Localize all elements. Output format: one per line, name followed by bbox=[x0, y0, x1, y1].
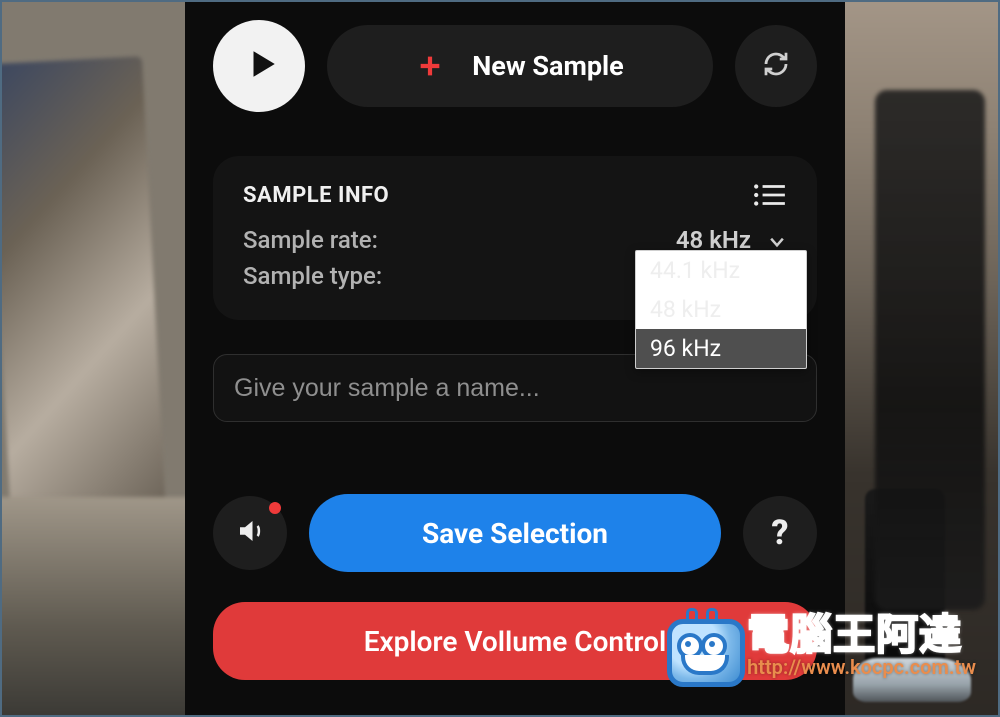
play-icon bbox=[239, 47, 279, 85]
plus-icon bbox=[416, 52, 444, 80]
new-sample-button[interactable]: New Sample bbox=[327, 25, 713, 107]
chevron-down-icon bbox=[767, 230, 787, 250]
sample-rate-option[interactable]: 48 kHz bbox=[636, 290, 806, 329]
action-row: Save Selection ? bbox=[213, 494, 817, 572]
save-selection-button[interactable]: Save Selection bbox=[309, 494, 721, 572]
explore-label: Explore Vollume Control bbox=[364, 625, 667, 658]
sample-info-card: SAMPLE INFO Sample rate: 48 kHz bbox=[213, 156, 817, 320]
recording-indicator-dot bbox=[269, 502, 281, 514]
sample-rate-option[interactable]: 96 kHz bbox=[636, 329, 806, 368]
sample-info-title: SAMPLE INFO bbox=[243, 183, 389, 208]
sample-name-input[interactable] bbox=[232, 373, 798, 404]
help-button[interactable]: ? bbox=[743, 496, 817, 570]
help-icon: ? bbox=[771, 513, 788, 553]
list-icon bbox=[753, 193, 787, 212]
sample-rate-label: Sample rate: bbox=[243, 226, 378, 254]
save-selection-label: Save Selection bbox=[422, 517, 608, 550]
sample-type-label: Sample type: bbox=[243, 262, 382, 290]
new-sample-label: New Sample bbox=[472, 50, 624, 82]
sample-rate-option[interactable]: 44.1 kHz bbox=[636, 251, 806, 290]
refresh-button[interactable] bbox=[735, 25, 817, 107]
play-button[interactable] bbox=[213, 20, 305, 112]
top-controls: New Sample bbox=[213, 20, 817, 112]
app-panel: New Sample SAMPLE INFO bbox=[185, 0, 845, 717]
explore-volume-control-button[interactable]: Explore Vollume Control bbox=[213, 602, 817, 680]
sample-rate-dropdown: 44.1 kHz 48 kHz 96 kHz bbox=[635, 250, 807, 369]
volume-toggle-button[interactable] bbox=[213, 496, 287, 570]
refresh-icon bbox=[761, 49, 791, 83]
list-toggle-button[interactable] bbox=[753, 182, 787, 208]
background-left-photo bbox=[0, 0, 185, 717]
speaker-icon bbox=[235, 516, 265, 550]
background-right-photo bbox=[845, 0, 1000, 717]
